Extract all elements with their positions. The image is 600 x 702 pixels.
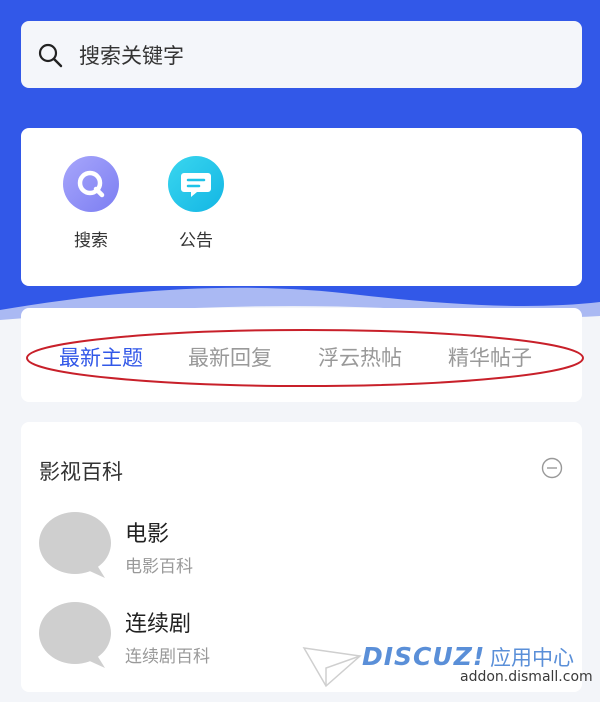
watermark: DISCUZ! 应用中心 addon.dismall.com xyxy=(300,636,600,702)
quick-link-search[interactable]: 搜索 xyxy=(46,156,136,251)
quick-link-label: 公告 xyxy=(179,231,213,251)
search-circle-icon xyxy=(63,156,119,212)
watermark-brand: DISCUZ! xyxy=(362,642,486,671)
forum-description: 连续剧百科 xyxy=(125,647,210,667)
watermark-title: 应用中心 xyxy=(490,646,574,670)
quick-link-label: 搜索 xyxy=(74,231,108,251)
search-bar[interactable]: 搜索关键字 xyxy=(21,21,582,88)
search-icon xyxy=(38,43,63,67)
search-placeholder: 搜索关键字 xyxy=(79,43,184,68)
announcement-chat-icon xyxy=(168,156,224,212)
forum-item-movies[interactable]: 电影 电影百科 xyxy=(39,512,559,582)
forum-name: 连续剧 xyxy=(125,612,192,637)
quick-links-card: 搜索 公告 xyxy=(21,128,582,286)
watermark-url: addon.dismall.com xyxy=(460,669,593,685)
annotation-ellipse xyxy=(26,329,584,387)
section-title: 影视百科 xyxy=(39,460,123,484)
collapse-icon[interactable] xyxy=(541,457,563,479)
forum-avatar-placeholder xyxy=(39,512,111,578)
quick-link-announcement[interactable]: 公告 xyxy=(151,156,241,251)
forum-avatar-placeholder xyxy=(39,602,111,668)
forum-name: 电影 xyxy=(125,522,170,547)
paper-plane-icon xyxy=(302,647,362,688)
forum-description: 电影百科 xyxy=(125,557,193,577)
